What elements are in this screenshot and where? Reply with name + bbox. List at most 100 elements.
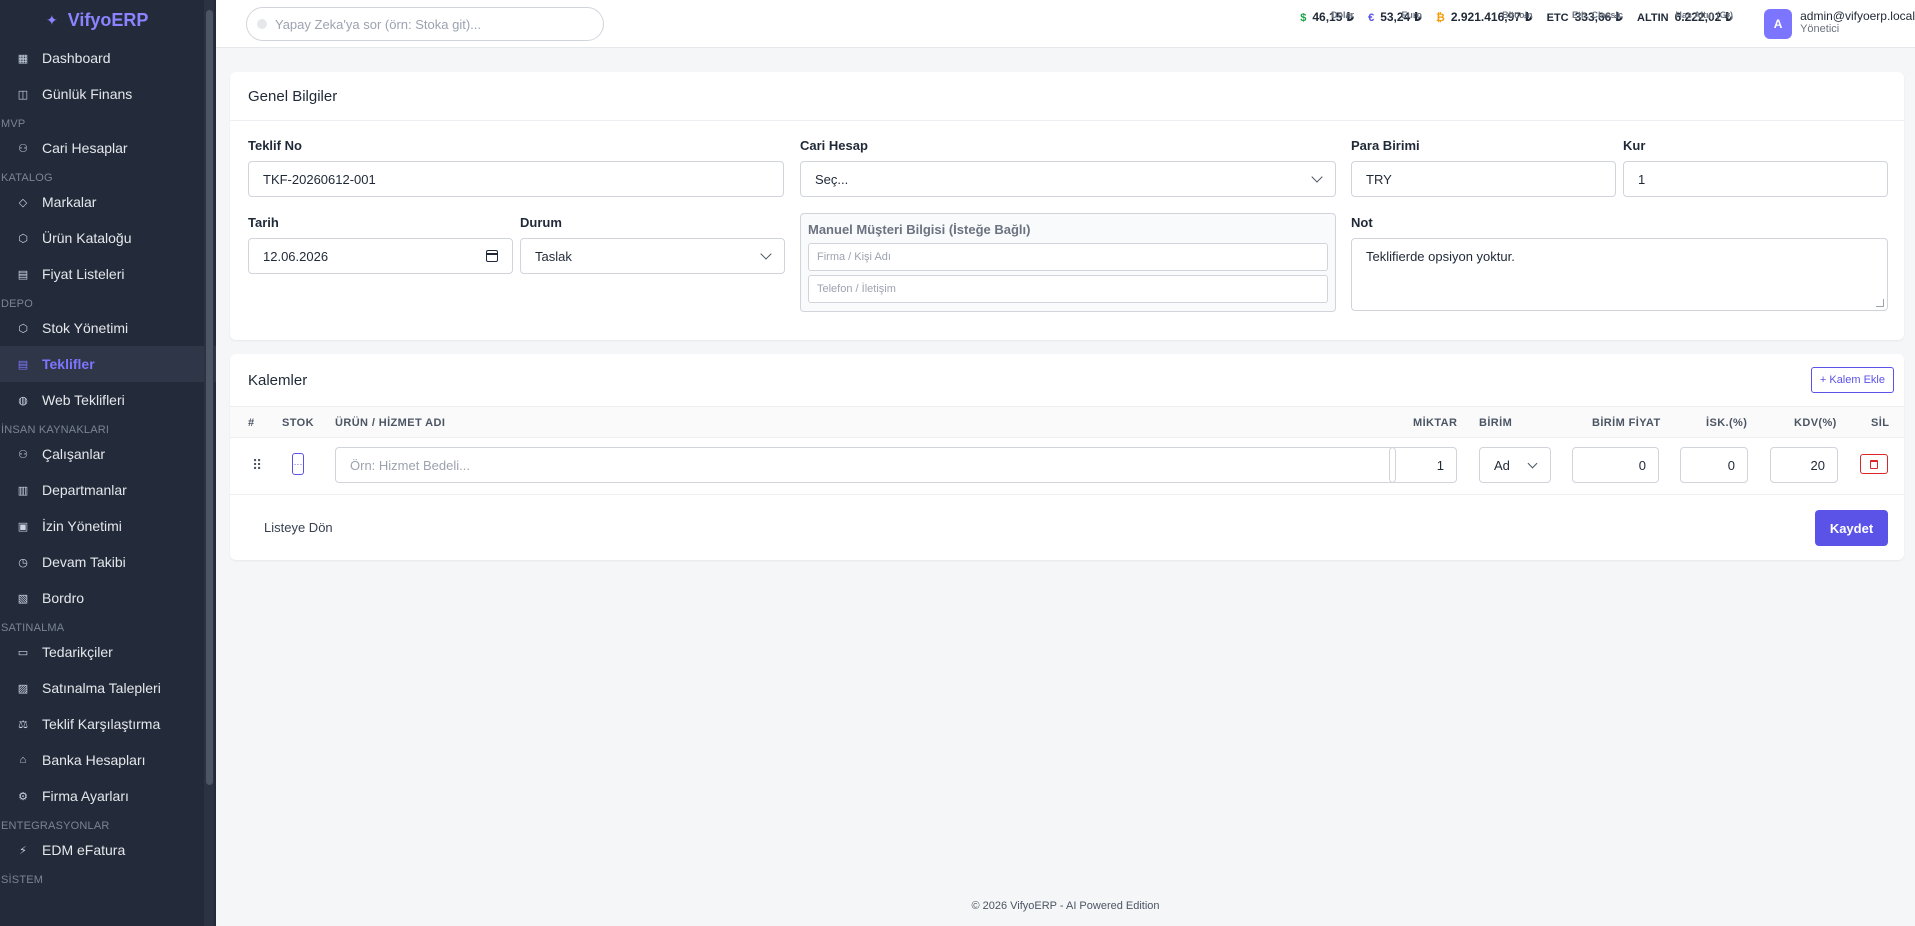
items-card: Kalemler + Kalem Ekle # STOK ÜRÜN / HİZM… bbox=[230, 354, 1904, 560]
discount-value: 0 bbox=[1727, 457, 1735, 473]
sidebar-item-stok-y-netimi[interactable]: ⬡ Stok Yönetimi bbox=[0, 310, 216, 346]
save-button[interactable]: Kaydet bbox=[1815, 510, 1888, 546]
topbar: Yapay Zeka'ya sor (örn: Stoka git)... $4… bbox=[216, 0, 1915, 48]
sidebar-item-web-teklifleri[interactable]: ◍ Web Teklifleri bbox=[0, 382, 216, 418]
sidebar-item-markalar[interactable]: ◇ Markalar bbox=[0, 184, 216, 220]
quantity-input[interactable]: 1 bbox=[1389, 447, 1457, 483]
sidebar-item-teklifler[interactable]: ▤ Teklifler bbox=[0, 346, 216, 382]
col-unit: BİRİM bbox=[1479, 417, 1513, 429]
sidebar-item-label: Banka Hesapları bbox=[42, 752, 146, 768]
rate-label: Euro bbox=[1401, 10, 1422, 20]
rate-values: 6.222,02 ₺ Has Altın (Gr) bbox=[1675, 10, 1733, 24]
table-footer-divider bbox=[230, 494, 1904, 495]
sidebar-item--al-anlar[interactable]: ⚇ Çalışanlar bbox=[0, 436, 216, 472]
user-info: admin@vifyoerp.local Yönetici bbox=[1800, 9, 1915, 35]
kur-input[interactable]: 1 bbox=[1623, 161, 1888, 197]
resize-handle-icon[interactable] bbox=[1876, 299, 1884, 307]
sidebar-section-label: KATALOG bbox=[1, 172, 53, 184]
not-value: Teklifierde opsiyon yoktur. bbox=[1366, 249, 1515, 264]
customer-phone-field[interactable]: Telefon / İletişim bbox=[808, 275, 1328, 303]
rate-dolar: $46,15 ₺ Dolar bbox=[1300, 10, 1354, 24]
sidebar-nav: ▦ Dashboard ◫ Günlük Finans MVP ⚇ Cari Hesapla… bbox=[0, 40, 216, 886]
stock-picker-button[interactable]: ··· bbox=[292, 453, 304, 475]
unit-select[interactable]: Ad bbox=[1479, 447, 1551, 483]
chevron-down-icon bbox=[1527, 458, 1538, 469]
sidebar-item-label: Firma Ayarları bbox=[42, 788, 129, 804]
avatar[interactable]: A bbox=[1764, 9, 1793, 39]
scrollbar-thumb[interactable] bbox=[206, 10, 213, 785]
user-menu[interactable]: A admin@vifyoerp.local Yönetici bbox=[1764, 9, 1915, 39]
user-role: Yönetici bbox=[1800, 23, 1840, 35]
card-divider bbox=[230, 120, 1904, 121]
search-icon bbox=[257, 19, 267, 29]
para-birimi-input[interactable]: TRY bbox=[1351, 161, 1616, 197]
sidebar-item-edm-efatura[interactable]: ⚡ EDM eFatura bbox=[0, 832, 216, 868]
sidebar-scrollbar[interactable] bbox=[204, 0, 214, 926]
sidebar-item-label: Ürün Kataloğu bbox=[42, 230, 132, 246]
sidebar-item-cari-hesaplar[interactable]: ⚇ Cari Hesaplar bbox=[0, 130, 216, 166]
general-info-card: Genel Bilgiler Teklif No TKF-20260612-00… bbox=[230, 72, 1904, 340]
sidebar-item-sat-nalma-talepleri[interactable]: ▨ Satınalma Talepleri bbox=[0, 670, 216, 706]
users-icon: ⚇ bbox=[18, 142, 28, 155]
sidebar-item-label: Web Teklifleri bbox=[42, 392, 125, 408]
plug-icon: ⚡ bbox=[19, 844, 27, 857]
sidebar-item-devam-takibi[interactable]: ◷ Devam Takibi bbox=[0, 544, 216, 580]
sidebar-section-label: SİSTEM bbox=[1, 874, 44, 886]
brand[interactable]: ✦ VifyoERP bbox=[0, 0, 216, 40]
sidebar-item-departmanlar[interactable]: ▥ Departmanlar bbox=[0, 472, 216, 508]
customer-name-field[interactable]: Firma / Kişi Adı bbox=[808, 243, 1328, 271]
rate-values: 333,66 ₺ Eth. Classic bbox=[1572, 10, 1623, 24]
rate-values: 53,24 ₺ Euro bbox=[1380, 10, 1422, 24]
unit-value: Ad bbox=[1494, 457, 1510, 473]
col-name: ÜRÜN / HİZMET ADI bbox=[335, 417, 446, 429]
teklif-no-input[interactable]: TKF-20260612-001 bbox=[248, 161, 784, 197]
sidebar-item-label: Çalışanlar bbox=[42, 446, 106, 462]
sidebar-item-g-nl-k-finans[interactable]: ◫ Günlük Finans bbox=[0, 76, 216, 112]
delete-row-button[interactable] bbox=[1860, 454, 1888, 474]
currency-symbol-icon: $ bbox=[1300, 12, 1307, 24]
currency-symbol-icon: ETC bbox=[1546, 12, 1569, 24]
discount-input[interactable]: 0 bbox=[1680, 447, 1748, 483]
building-icon: ▥ bbox=[17, 484, 29, 497]
currency-symbol-icon: ₿ bbox=[1435, 12, 1445, 24]
sidebar-item-label: Tedarikçiler bbox=[42, 644, 113, 660]
brand-name: VifyoERP bbox=[67, 9, 149, 30]
manual-customer-title: Manuel Müşteri Bilgisi (İsteğe Bağlı) bbox=[808, 222, 1031, 237]
unit-price-input[interactable]: 0 bbox=[1572, 447, 1659, 483]
tarih-input[interactable]: 12.06.2026 bbox=[248, 238, 513, 274]
sidebar-item-teklif-kar-la-t-rma[interactable]: ⚖ Teklif Karşılaştırma bbox=[0, 706, 216, 742]
document-icon: ▤ bbox=[17, 268, 29, 281]
sidebar-item-i-zin-y-netimi[interactable]: ▣ İzin Yönetimi bbox=[0, 508, 216, 544]
durum-select[interactable]: Taslak bbox=[520, 238, 785, 274]
item-name-input[interactable]: Örn: Hizmet Bedeli... bbox=[335, 447, 1396, 483]
back-to-list-link[interactable]: Listeye Dön bbox=[264, 520, 333, 535]
sidebar-item-dashboard[interactable]: ▦ Dashboard bbox=[0, 40, 216, 76]
sidebar-item-firma-ayarlar-[interactable]: ⚙ Firma Ayarları bbox=[0, 778, 216, 814]
sidebar-item-bordro[interactable]: ▧ Bordro bbox=[0, 580, 216, 616]
clipboard-icon: ▨ bbox=[17, 682, 29, 695]
search-input[interactable]: Yapay Zeka'ya sor (örn: Stoka git)... bbox=[246, 7, 604, 41]
rate-euro: €53,24 ₺ Euro bbox=[1368, 10, 1422, 24]
vat-input[interactable]: 20 bbox=[1770, 447, 1838, 483]
sidebar-item--r-n-katalo-u[interactable]: ⬡ Ürün Kataloğu bbox=[0, 220, 216, 256]
not-textarea[interactable]: Teklifierde opsiyon yoktur. bbox=[1351, 238, 1888, 311]
sparkle-icon: ✦ bbox=[46, 11, 58, 28]
sidebar-item-label: Cari Hesaplar bbox=[42, 140, 128, 156]
cari-hesap-select[interactable]: Seç... bbox=[800, 161, 1336, 197]
currency-symbol-icon: ALTIN bbox=[1637, 12, 1669, 24]
calendar-icon[interactable] bbox=[486, 250, 498, 262]
teklif-no-value: TKF-20260612-001 bbox=[263, 171, 376, 187]
add-item-button[interactable]: + Kalem Ekle bbox=[1810, 367, 1894, 393]
col-discount: İSK.(%) bbox=[1706, 417, 1748, 429]
not-label: Not bbox=[1351, 215, 1373, 230]
sidebar-item-fiyat-listeleri[interactable]: ▤ Fiyat Listeleri bbox=[0, 256, 216, 292]
col-unit-price: BİRİM FİYAT bbox=[1592, 417, 1661, 429]
rate-label: Bitcoin bbox=[1502, 10, 1533, 20]
sidebar-item-tedarik-iler[interactable]: ▭ Tedarikçiler bbox=[0, 634, 216, 670]
gear-icon: ⚙ bbox=[18, 790, 28, 803]
sidebar-section-label: İNSAN KAYNAKLARI bbox=[1, 424, 110, 436]
sidebar-item-label: Dashboard bbox=[42, 50, 111, 66]
sidebar-item-banka-hesaplar-[interactable]: ⌂ Banka Hesapları bbox=[0, 742, 216, 778]
drag-handle-icon[interactable]: ⠿ bbox=[252, 457, 262, 474]
footer: © 2026 VifyoERP - AI Powered Edition bbox=[971, 900, 1160, 912]
